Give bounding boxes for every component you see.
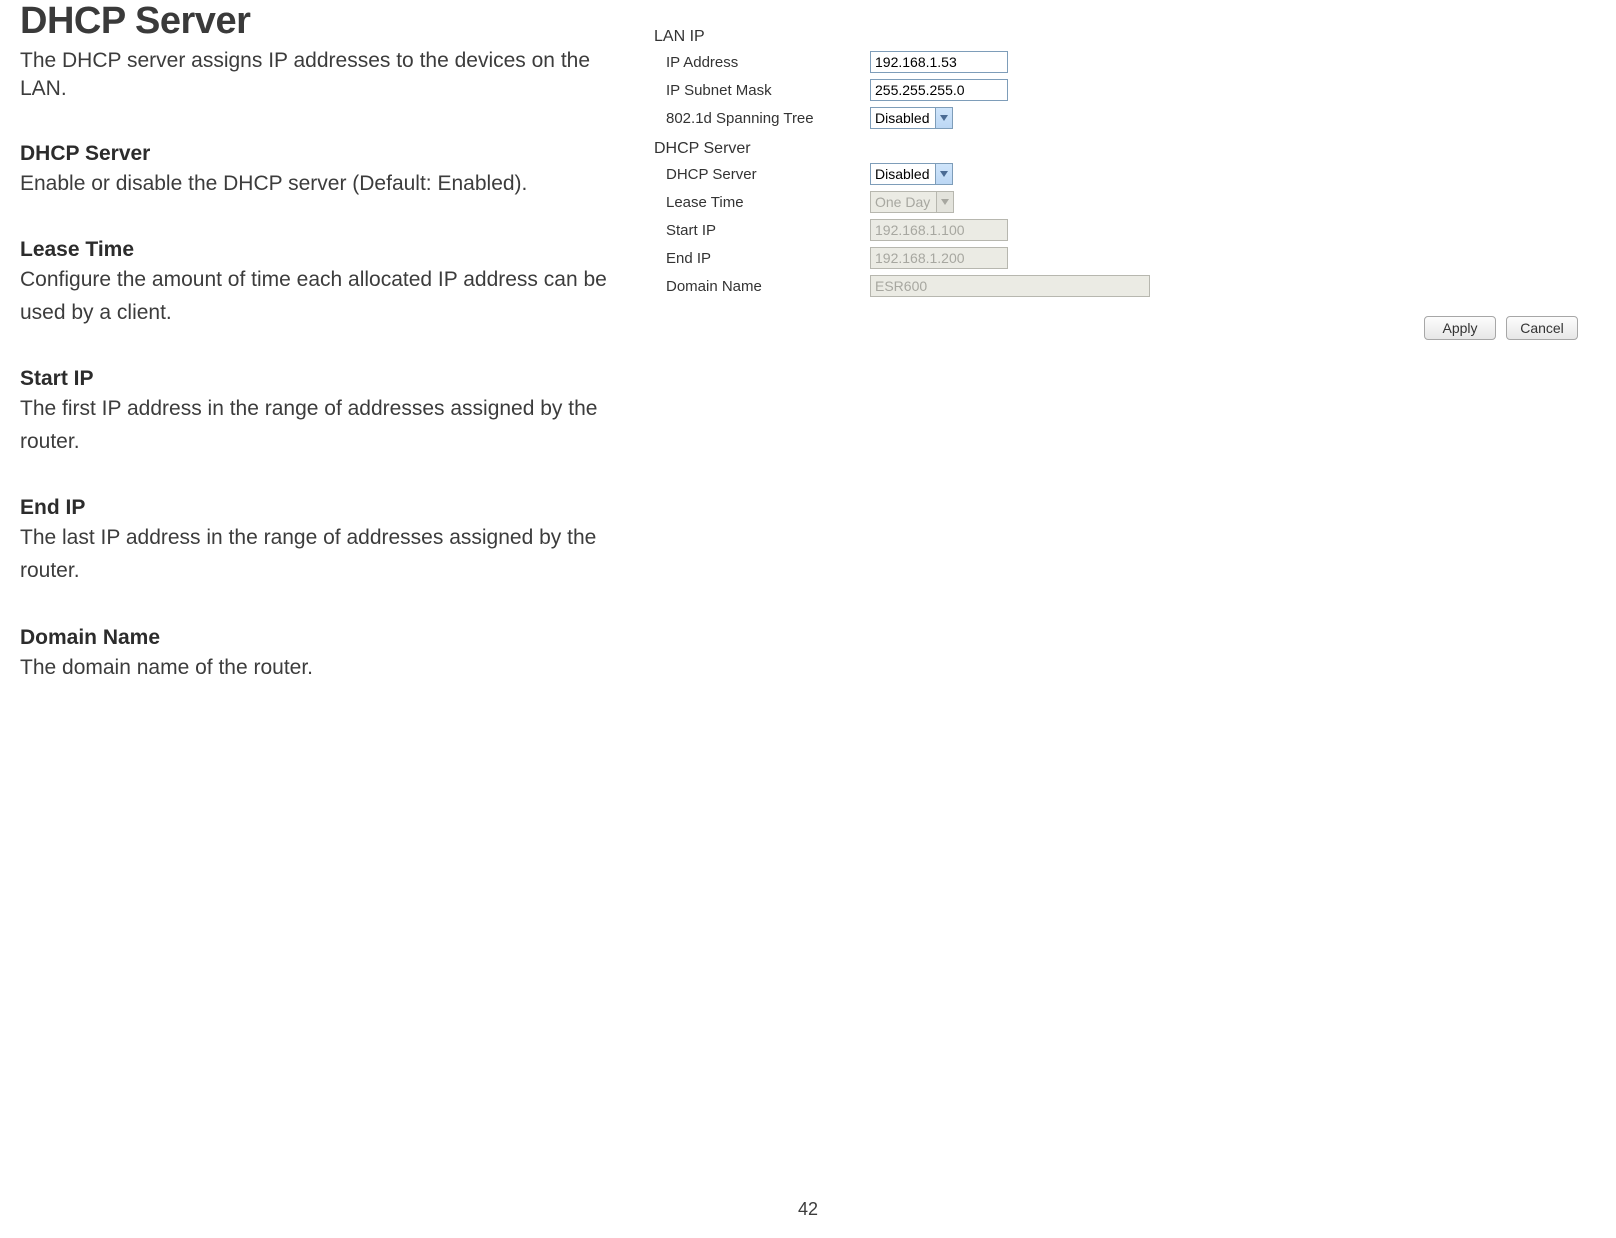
dhcp-server-value: Disabled	[875, 166, 935, 182]
section-dhcp-server: DHCP Server Enable or disable the DHCP s…	[20, 142, 620, 201]
row-spanning-tree: 802.1d Spanning Tree Disabled	[654, 104, 1596, 132]
button-row: Apply Cancel	[654, 316, 1596, 340]
end-ip-input	[870, 247, 1008, 269]
lease-time-value: One Day	[875, 194, 936, 210]
section-heading: Lease Time	[20, 238, 620, 262]
section-end-ip: End IP The last IP address in the range …	[20, 496, 620, 587]
row-ip-address: IP Address	[654, 48, 1596, 76]
label-ip-address: IP Address	[666, 54, 870, 71]
section-lease-time: Lease Time Configure the amount of time …	[20, 238, 620, 329]
intro-text: The DHCP server assigns IP addresses to …	[20, 47, 620, 104]
chevron-down-icon	[935, 164, 952, 184]
domain-name-input	[870, 275, 1150, 297]
label-subnet-mask: IP Subnet Mask	[666, 82, 870, 99]
section-domain-name: Domain Name The domain name of the route…	[20, 626, 620, 685]
section-body: The first IP address in the range of add…	[20, 393, 620, 458]
dhcp-server-select[interactable]: Disabled	[870, 163, 953, 185]
page-number: 42	[0, 1199, 1616, 1220]
label-lease-time: Lease Time	[666, 194, 870, 211]
label-domain-name: Domain Name	[666, 278, 870, 295]
row-end-ip: End IP	[654, 244, 1596, 272]
chevron-down-icon	[936, 192, 953, 212]
apply-button[interactable]: Apply	[1424, 316, 1496, 340]
subnet-mask-input[interactable]	[870, 79, 1008, 101]
section-body: Configure the amount of time each alloca…	[20, 264, 620, 329]
group-title-lan-ip: LAN IP	[654, 28, 1596, 46]
section-heading: DHCP Server	[20, 142, 620, 166]
group-title-dhcp: DHCP Server	[654, 140, 1596, 158]
row-dhcp-server: DHCP Server Disabled	[654, 160, 1596, 188]
chevron-down-icon	[935, 108, 952, 128]
row-domain-name: Domain Name	[654, 272, 1596, 300]
row-subnet-mask: IP Subnet Mask	[654, 76, 1596, 104]
section-body: Enable or disable the DHCP server (Defau…	[20, 168, 620, 201]
spanning-tree-select[interactable]: Disabled	[870, 107, 953, 129]
section-start-ip: Start IP The first IP address in the ran…	[20, 367, 620, 458]
config-panel: LAN IP IP Address IP Subnet Mask 802.1d …	[640, 0, 1596, 684]
spanning-tree-value: Disabled	[875, 110, 935, 126]
row-lease-time: Lease Time One Day	[654, 188, 1596, 216]
section-body: The domain name of the router.	[20, 652, 620, 685]
cancel-button[interactable]: Cancel	[1506, 316, 1578, 340]
label-dhcp-server: DHCP Server	[666, 166, 870, 183]
label-spanning-tree: 802.1d Spanning Tree	[666, 110, 870, 127]
row-start-ip: Start IP	[654, 216, 1596, 244]
section-heading: Start IP	[20, 367, 620, 391]
doc-column: DHCP Server The DHCP server assigns IP a…	[20, 0, 640, 684]
lease-time-select: One Day	[870, 191, 954, 213]
section-heading: Domain Name	[20, 626, 620, 650]
section-heading: End IP	[20, 496, 620, 520]
label-end-ip: End IP	[666, 250, 870, 267]
page-title: DHCP Server	[20, 0, 620, 43]
section-body: The last IP address in the range of addr…	[20, 522, 620, 587]
start-ip-input	[870, 219, 1008, 241]
label-start-ip: Start IP	[666, 222, 870, 239]
ip-address-input[interactable]	[870, 51, 1008, 73]
